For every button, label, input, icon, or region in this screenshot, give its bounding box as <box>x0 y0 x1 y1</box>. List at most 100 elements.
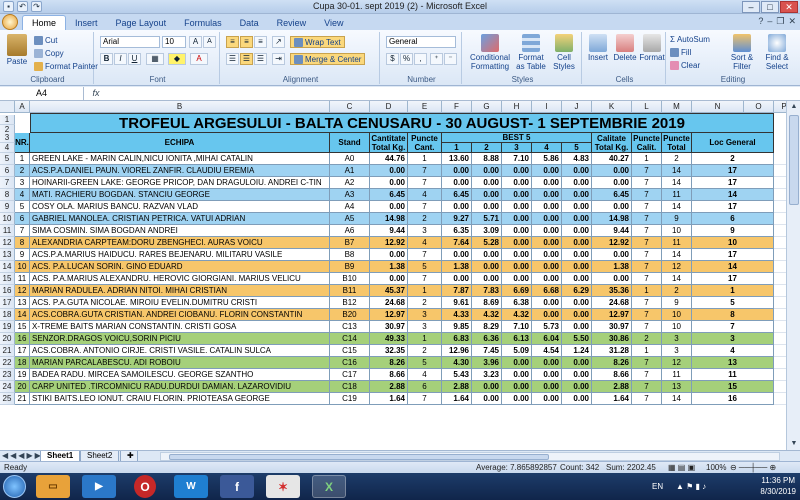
comma-button[interactable]: , <box>414 53 427 65</box>
name-box[interactable]: A4 <box>0 87 84 101</box>
tab-insert[interactable]: Insert <box>66 16 107 30</box>
cell-stand[interactable]: A0 <box>330 153 370 165</box>
tab-review[interactable]: Review <box>268 16 316 30</box>
cell-stand[interactable]: A6 <box>330 225 370 237</box>
cell-best5-3[interactable]: 0.00 <box>502 201 532 213</box>
cell-calitate[interactable]: 12.92 <box>592 237 632 249</box>
vertical-scroll-thumb[interactable] <box>789 115 799 205</box>
cell-best5-3[interactable]: 5.09 <box>502 345 532 357</box>
cell-calitate[interactable]: 31.28 <box>592 345 632 357</box>
cell-best5-2[interactable]: 0.00 <box>472 177 502 189</box>
opera-icon[interactable]: O <box>134 475 156 498</box>
row-header-5[interactable]: 5 <box>0 153 15 165</box>
cell-puncte-calit[interactable]: 7 <box>632 189 662 201</box>
select-all-corner[interactable] <box>0 101 15 113</box>
cell-puncte-total[interactable]: 11 <box>662 189 692 201</box>
cell-puncte-total[interactable]: 14 <box>662 177 692 189</box>
cell-calitate[interactable]: 30.97 <box>592 321 632 333</box>
autosum-button[interactable]: Σ AutoSum <box>670 35 710 44</box>
find-select-button[interactable]: Find & Select <box>760 34 794 71</box>
cell-puncte-cant[interactable]: 3 <box>408 321 442 333</box>
cell-cantitate[interactable]: 2.88 <box>370 381 408 393</box>
font-size-select[interactable]: 10 <box>162 36 186 48</box>
cell-nr[interactable]: 20 <box>15 381 30 393</box>
row-header-10[interactable]: 10 <box>0 213 15 225</box>
cell-nr[interactable]: 8 <box>15 237 30 249</box>
cell-nr[interactable]: 7 <box>15 225 30 237</box>
column-header-B[interactable]: B <box>30 101 330 113</box>
grow-font-icon[interactable]: A <box>189 36 202 48</box>
cell-puncte-calit[interactable]: 1 <box>632 153 662 165</box>
cell-best5-4[interactable]: 5.86 <box>532 153 562 165</box>
row-header-6[interactable]: 6 <box>0 165 15 177</box>
format-cells-button[interactable]: Format <box>639 34 665 62</box>
cell-stand[interactable]: A4 <box>330 201 370 213</box>
cell-puncte-cant[interactable]: 1 <box>408 153 442 165</box>
row-header-19[interactable]: 19 <box>0 321 15 333</box>
row-header-3[interactable]: 3 <box>0 133 15 143</box>
align-right-icon[interactable]: ☰ <box>254 53 267 65</box>
cell-loc[interactable]: 17 <box>692 165 774 177</box>
cell-calitate[interactable]: 2.88 <box>592 381 632 393</box>
cell-nr[interactable]: 19 <box>15 369 30 381</box>
cell-best5-1[interactable]: 0.00 <box>442 177 472 189</box>
tab-formulas[interactable]: Formulas <box>175 16 231 30</box>
row-header-25[interactable]: 25 <box>0 393 15 405</box>
cell-puncte-cant[interactable]: 1 <box>408 333 442 345</box>
cell-best5-5[interactable]: 0.00 <box>562 381 592 393</box>
cell-nr[interactable]: 17 <box>15 345 30 357</box>
cell-puncte-calit[interactable]: 7 <box>632 357 662 369</box>
cell-puncte-cant[interactable]: 7 <box>408 273 442 285</box>
cell-best5-2[interactable]: 8.88 <box>472 153 502 165</box>
cell-cantitate[interactable]: 49.33 <box>370 333 408 345</box>
cell-puncte-calit[interactable]: 7 <box>632 177 662 189</box>
cell-best5-1[interactable]: 5.43 <box>442 369 472 381</box>
cell-best5-4[interactable]: 0.00 <box>532 357 562 369</box>
cell-puncte-cant[interactable]: 7 <box>408 393 442 405</box>
cell-best5-1[interactable]: 4.30 <box>442 357 472 369</box>
cell-best5-5[interactable]: 0.00 <box>562 393 592 405</box>
cell-best5-4[interactable]: 0.00 <box>532 381 562 393</box>
cell-echipa[interactable]: ACS.COBRA.GUTA CRISTIAN. ANDREI CIOBANU.… <box>30 309 330 321</box>
cell-stand[interactable]: C16 <box>330 357 370 369</box>
cell-calitate[interactable]: 6.45 <box>592 189 632 201</box>
insert-cells-button[interactable]: Insert <box>586 34 610 62</box>
cell-loc[interactable]: 15 <box>692 381 774 393</box>
row-header-16[interactable]: 16 <box>0 285 15 297</box>
cell-best5-2[interactable]: 0.00 <box>472 381 502 393</box>
cell-best5-3[interactable]: 6.38 <box>502 297 532 309</box>
cell-best5-5[interactable]: 0.00 <box>562 213 592 225</box>
cell-echipa[interactable]: ACS. P.A.LUCAN SORIN. GINO EDUARD <box>30 261 330 273</box>
cell-best5-3[interactable]: 0.00 <box>502 273 532 285</box>
cell-loc[interactable]: 17 <box>692 201 774 213</box>
fill-button[interactable]: Fill <box>670 48 691 57</box>
cell-best5-5[interactable]: 6.29 <box>562 285 592 297</box>
cell-best5-3[interactable]: 0.00 <box>502 177 532 189</box>
cell-loc[interactable]: 8 <box>692 309 774 321</box>
cell-stand[interactable]: B11 <box>330 285 370 297</box>
cell-best5-1[interactable]: 9.27 <box>442 213 472 225</box>
row-header-12[interactable]: 12 <box>0 237 15 249</box>
clock[interactable]: 11:36 PM 8/30/2019 <box>760 475 796 497</box>
cell-stand[interactable]: B12 <box>330 297 370 309</box>
cell-puncte-calit[interactable]: 7 <box>632 297 662 309</box>
column-header-C[interactable]: C <box>330 101 370 113</box>
cell-best5-2[interactable]: 3.23 <box>472 369 502 381</box>
wrap-text-button[interactable]: Wrap Text <box>290 36 345 48</box>
cell-stand[interactable]: A2 <box>330 177 370 189</box>
cell-puncte-total[interactable]: 3 <box>662 345 692 357</box>
cell-loc[interactable]: 16 <box>692 393 774 405</box>
close-button[interactable]: ✕ <box>780 1 798 13</box>
column-header-O[interactable]: O <box>744 101 774 113</box>
cell-puncte-total[interactable]: 11 <box>662 237 692 249</box>
cell-stand[interactable]: A1 <box>330 165 370 177</box>
scroll-down-icon[interactable]: ▼ <box>787 438 800 450</box>
cell-best5-3[interactable]: 0.00 <box>502 237 532 249</box>
cell-cantitate[interactable]: 0.00 <box>370 177 408 189</box>
number-format-select[interactable]: General <box>386 36 456 48</box>
cell-puncte-calit[interactable]: 7 <box>632 213 662 225</box>
cell-puncte-calit[interactable]: 7 <box>632 381 662 393</box>
cell-best5-4[interactable]: 0.00 <box>532 237 562 249</box>
start-button[interactable] <box>3 475 26 498</box>
cell-puncte-total[interactable]: 9 <box>662 213 692 225</box>
